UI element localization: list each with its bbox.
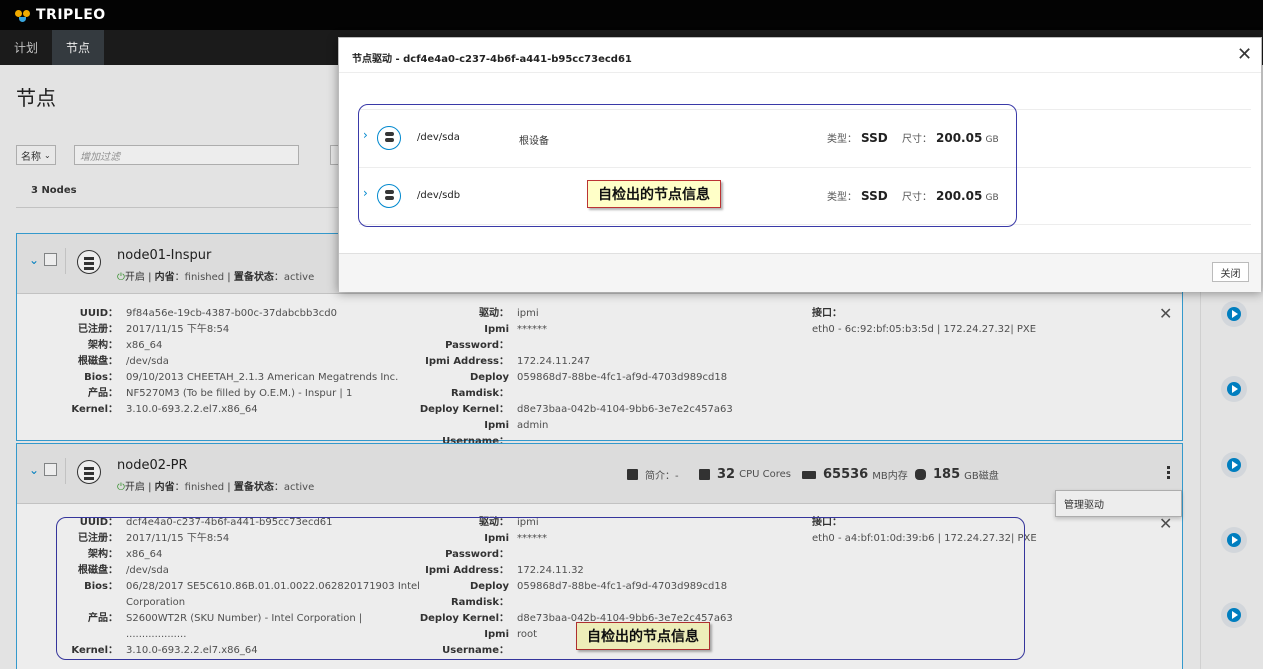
- annotation-label: 自检出的节点信息: [587, 180, 721, 208]
- divider: [339, 72, 1261, 73]
- owl-logo-icon: [14, 7, 32, 23]
- close-button[interactable]: 关闭: [1212, 262, 1249, 282]
- top-bar: TRIPLEO: [0, 0, 1263, 30]
- close-icon[interactable]: ✕: [1237, 44, 1252, 65]
- brand-name: TRIPLEO: [36, 7, 106, 23]
- drives-modal: 节点驱动 - dcf4e4a0-c237-4b6f-a441-b95cc73ec…: [338, 37, 1262, 292]
- annotation-frame: [358, 104, 1017, 227]
- modal-footer: [339, 253, 1261, 292]
- modal-title: 节点驱动 - dcf4e4a0-c237-4b6f-a441-b95cc73ec…: [352, 54, 632, 65]
